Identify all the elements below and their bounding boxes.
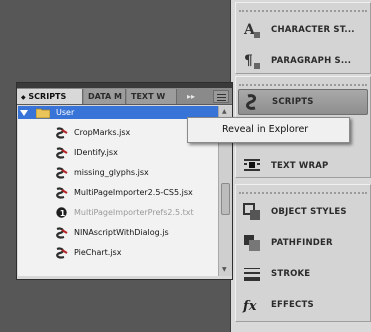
info-icon: 1 <box>56 207 67 218</box>
dock-item-text-wrap[interactable]: TEXT WRAP <box>236 150 370 181</box>
double-arrow-icon: ◆ <box>21 94 26 101</box>
tab-data-merge[interactable]: DATA M <box>84 89 126 104</box>
script-file-icon <box>56 187 68 199</box>
panel-tab-bar: ◆ SCRIPTS DATA M TEXT W ▸▸ <box>17 88 232 105</box>
folder-icon <box>36 108 50 119</box>
more-tabs-icon[interactable]: ▸▸ <box>187 89 203 104</box>
scroll-down-icon[interactable]: ▼ <box>222 266 227 273</box>
dock-item-label: TEXT WRAP <box>271 160 329 171</box>
tab-scripts[interactable]: ◆ SCRIPTS <box>17 89 83 104</box>
script-file-icon <box>56 167 68 179</box>
dock-item-stroke[interactable]: STROKE <box>236 258 370 289</box>
script-file-icon <box>56 127 68 139</box>
dock-item-label: CHARACTER ST... <box>271 24 355 35</box>
paragraph-styles-icon: ¶ <box>244 53 260 69</box>
group-grip[interactable] <box>239 187 367 194</box>
script-file-icon <box>56 147 68 159</box>
text-wrap-icon <box>244 159 260 171</box>
dock-group-objects: OBJECT STYLES PATHFINDER STROKE fx EFFEC… <box>235 184 371 322</box>
object-styles-icon <box>243 203 260 220</box>
effects-icon: fx <box>242 299 257 314</box>
tab-text-wrap[interactable]: TEXT W <box>127 89 177 104</box>
dock-item-pathfinder[interactable]: PATHFINDER <box>236 227 370 258</box>
script-row[interactable]: NINAscriptWithDialog.js <box>18 223 218 243</box>
stroke-icon <box>244 268 260 281</box>
group-grip[interactable] <box>239 5 367 12</box>
script-file-icon <box>56 227 68 239</box>
script-row[interactable]: PieChart.jsx <box>18 243 218 263</box>
dock-item-label: STROKE <box>271 268 311 279</box>
script-row[interactable]: 1 MultiPageImporterPrefs2.5.txt <box>18 203 218 223</box>
panel-dock: A CHARACTER ST... ¶ PARAGRAPH S... SCRIP… <box>230 0 371 332</box>
svg-text:1: 1 <box>60 209 66 218</box>
panel-menu-button[interactable] <box>213 90 229 103</box>
dock-item-object-styles[interactable]: OBJECT STYLES <box>236 196 370 227</box>
svg-text:fx: fx <box>242 299 257 314</box>
group-grip[interactable] <box>239 79 367 86</box>
scroll-thumb[interactable] <box>221 183 230 215</box>
menu-item-reveal-in-explorer[interactable]: Reveal in Explorer <box>188 119 347 141</box>
scripts-icon <box>246 94 257 110</box>
dock-item-paragraph-styles[interactable]: ¶ PARAGRAPH S... <box>236 45 370 76</box>
character-styles-icon: A <box>243 22 260 38</box>
pathfinder-icon <box>244 235 260 251</box>
dock-item-label: PARAGRAPH S... <box>271 55 352 66</box>
scroll-up-icon[interactable]: ▲ <box>222 108 227 115</box>
dock-item-effects[interactable]: fx EFFECTS <box>236 289 370 320</box>
dock-item-scripts[interactable]: SCRIPTS <box>238 89 368 115</box>
context-menu: Reveal in Explorer <box>187 117 350 143</box>
script-row[interactable]: MultiPageImporter2.5-CS5.jsx <box>18 183 218 203</box>
dock-item-label: PATHFINDER <box>271 237 333 248</box>
svg-text:¶: ¶ <box>244 53 253 69</box>
dock-item-label: SCRIPTS <box>272 97 314 107</box>
dock-item-label: OBJECT STYLES <box>271 206 347 217</box>
disclosure-triangle-icon[interactable] <box>20 109 28 117</box>
dock-item-character-styles[interactable]: A CHARACTER ST... <box>236 14 370 45</box>
dock-group-styles: A CHARACTER ST... ¶ PARAGRAPH S... <box>235 2 371 74</box>
script-row[interactable]: IDentify.jsx <box>18 143 218 163</box>
scripts-panel: ◆ SCRIPTS DATA M TEXT W ▸▸ User CropMark… <box>16 82 233 280</box>
script-row[interactable]: missing_glyphs.jsx <box>18 163 218 183</box>
dock-item-label: EFFECTS <box>271 299 314 310</box>
script-file-icon <box>56 247 68 259</box>
